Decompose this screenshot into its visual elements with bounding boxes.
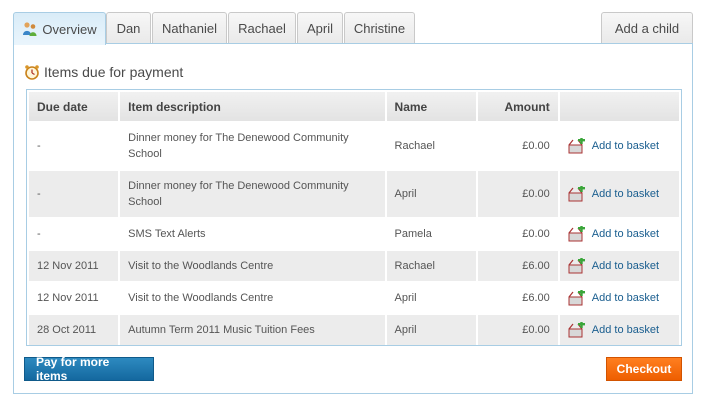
- action-cell: Add to basket: [559, 251, 679, 281]
- basket-add-icon: [568, 186, 585, 202]
- amount-cell: £6.00: [522, 292, 550, 304]
- due-date-cell: -: [37, 228, 41, 240]
- alarm-clock-icon: [25, 65, 39, 80]
- amount-cell: £0.00: [522, 140, 550, 152]
- add-child-label: Add a child: [614, 21, 680, 36]
- action-cell: Add to basket: [559, 171, 679, 217]
- add-to-basket-link[interactable]: Add to basket: [568, 138, 671, 154]
- table-row: 28 Oct 2011 Autumn Term 2011 Music Tuiti…: [29, 315, 679, 345]
- tab-april[interactable]: April: [297, 12, 343, 44]
- description-cell: SMS Text Alerts: [128, 228, 206, 240]
- section-title: Items due for payment: [44, 64, 184, 80]
- action-cell: Add to basket: [560, 219, 679, 249]
- add-to-basket-link[interactable]: Add to basket: [568, 290, 671, 306]
- checkout-button[interactable]: Checkout: [606, 357, 682, 381]
- tab-dan[interactable]: Dan: [106, 12, 151, 44]
- description-cell: Autumn Term 2011 Music Tuition Fees: [120, 315, 385, 345]
- due-date-cell: 12 Nov 2011: [29, 251, 119, 281]
- description-cell: Dinner money for The Denewood Community …: [128, 132, 349, 160]
- name-cell: Rachael: [394, 140, 435, 152]
- name-cell: April: [394, 292, 417, 304]
- action-cell: Add to basket: [560, 123, 679, 169]
- column-header-action: [559, 92, 679, 121]
- name-cell: Rachael: [386, 251, 476, 281]
- basket-add-icon: [568, 226, 585, 242]
- action-cell: Add to basket: [560, 283, 679, 313]
- add-child-button[interactable]: Add a child: [601, 12, 693, 44]
- amount-cell: £6.00: [477, 251, 558, 281]
- add-to-basket-label: Add to basket: [591, 292, 660, 304]
- tab-christine[interactable]: Christine: [344, 12, 415, 44]
- section-header: Items due for payment: [24, 64, 183, 80]
- description-cell: Dinner money for The Denewood Community …: [120, 171, 385, 217]
- due-date-cell: -: [29, 171, 119, 217]
- add-to-basket-label: Add to basket: [591, 324, 660, 336]
- due-date-cell: 12 Nov 2011: [37, 292, 99, 304]
- add-to-basket-link[interactable]: Add to basket: [568, 322, 671, 338]
- basket-add-icon: [568, 322, 585, 338]
- pay-for-more-items-button[interactable]: Pay for more items: [24, 355, 154, 383]
- table-row: - Dinner money for The Denewood Communit…: [29, 123, 679, 169]
- child-tabs: Overview Dan Nathaniel Rachael April Chr…: [13, 12, 693, 45]
- tab-label: Rachael: [238, 21, 286, 36]
- tab-label: Overview: [42, 21, 97, 37]
- table-row: 12 Nov 2011 Visit to the Woodlands Centr…: [29, 251, 679, 281]
- column-header-due-date: Due date: [29, 92, 119, 121]
- name-cell: Pamela: [394, 228, 432, 240]
- column-header-description: Item description: [120, 92, 385, 121]
- tab-nathaniel[interactable]: Nathaniel: [152, 12, 227, 44]
- add-to-basket-label: Add to basket: [591, 140, 660, 152]
- table-row: - Dinner money for The Denewood Communit…: [29, 171, 679, 217]
- tab-label: Christine: [353, 21, 406, 36]
- name-cell: April: [386, 171, 476, 217]
- payment-items-table: Due date Item description Name Amount - …: [26, 89, 682, 346]
- table-header-row: Due date Item description Name Amount: [29, 92, 679, 121]
- description-cell: Visit to the Woodlands Centre: [120, 251, 385, 281]
- basket-add-icon: [568, 138, 585, 154]
- table-row: 12 Nov 2011 Visit to the Woodlands Centr…: [29, 283, 679, 313]
- column-header-name: Name: [386, 92, 476, 121]
- amount-cell: £0.00: [477, 315, 558, 345]
- basket-add-icon: [568, 290, 585, 306]
- due-date-cell: -: [37, 140, 41, 152]
- tab-label: Dan: [116, 21, 141, 36]
- column-header-amount: Amount: [477, 92, 558, 121]
- table-row: - SMS Text Alerts Pamela £0.00 Add to ba…: [29, 219, 679, 249]
- tab-label: Nathaniel: [162, 21, 217, 36]
- name-cell: April: [386, 315, 476, 345]
- add-to-basket-link[interactable]: Add to basket: [568, 226, 671, 242]
- amount-cell: £0.00: [477, 171, 558, 217]
- tab-rachael[interactable]: Rachael: [228, 12, 296, 44]
- description-cell: Visit to the Woodlands Centre: [128, 292, 274, 304]
- tab-label: April: [306, 21, 333, 36]
- action-cell: Add to basket: [559, 315, 679, 345]
- family-icon: [23, 22, 37, 36]
- add-to-basket-link[interactable]: Add to basket: [568, 186, 671, 202]
- add-to-basket-label: Add to basket: [591, 260, 660, 272]
- add-to-basket-label: Add to basket: [591, 188, 660, 200]
- add-to-basket-label: Add to basket: [591, 228, 660, 240]
- amount-cell: £0.00: [522, 228, 550, 240]
- basket-add-icon: [568, 258, 585, 274]
- overview-panel: Items due for payment Due date Item desc…: [13, 43, 693, 394]
- add-to-basket-link[interactable]: Add to basket: [568, 258, 671, 274]
- tab-overview[interactable]: Overview: [13, 12, 106, 45]
- due-date-cell: 28 Oct 2011: [29, 315, 119, 345]
